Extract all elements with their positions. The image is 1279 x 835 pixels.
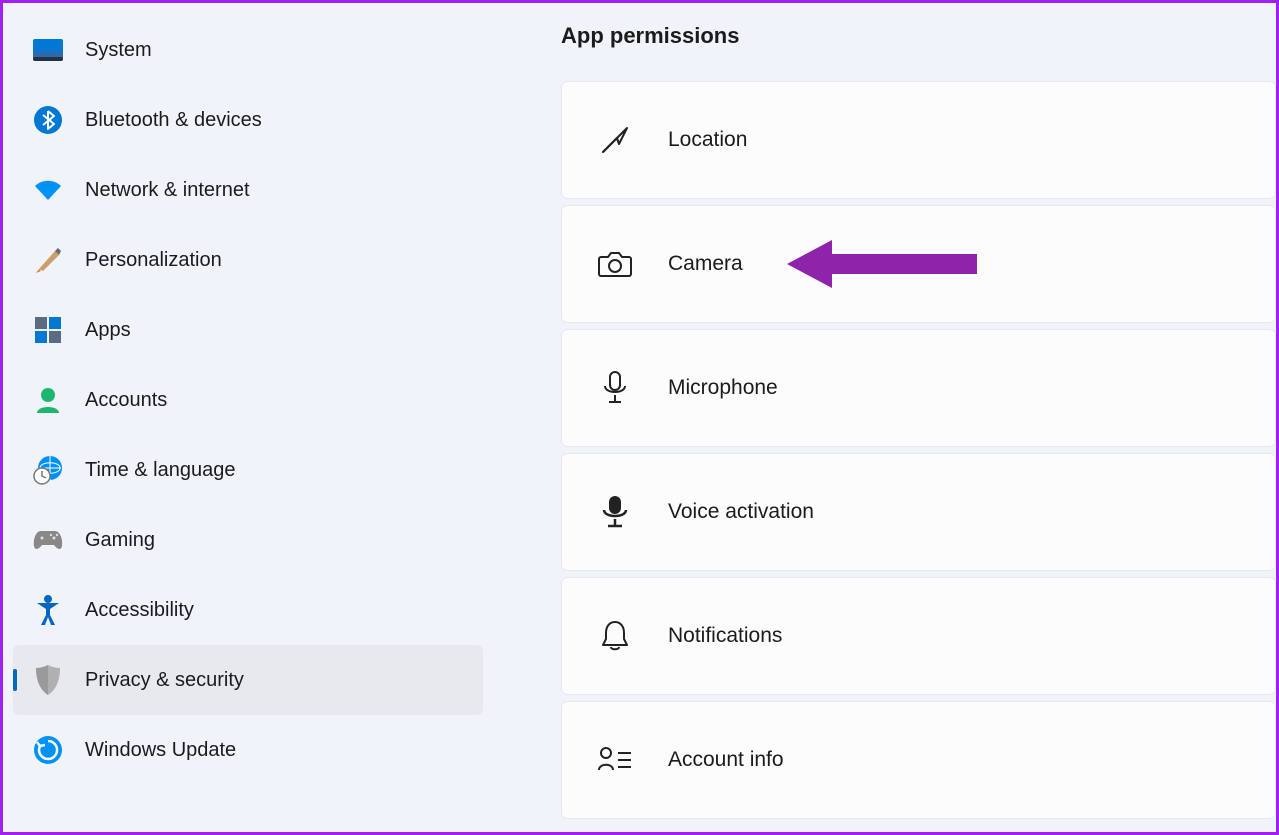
sidebar-item-personalization[interactable]: Personalization — [13, 225, 483, 295]
sidebar-item-bluetooth[interactable]: Bluetooth & devices — [13, 85, 483, 155]
permission-label: Microphone — [668, 376, 778, 400]
sidebar-item-apps[interactable]: Apps — [13, 295, 483, 365]
sidebar-label: Time & language — [85, 459, 235, 482]
system-icon — [33, 35, 63, 65]
main-content: App permissions Location Camera — [493, 3, 1276, 832]
microphone-icon — [598, 371, 632, 405]
sidebar-item-time-language[interactable]: Time & language — [13, 435, 483, 505]
account-info-icon — [598, 743, 632, 777]
update-icon — [33, 735, 63, 765]
camera-icon — [598, 247, 632, 281]
permission-card-microphone[interactable]: Microphone — [561, 329, 1276, 447]
accounts-icon — [33, 385, 63, 415]
shield-icon — [33, 665, 63, 695]
bell-icon — [598, 619, 632, 653]
sidebar-label: Bluetooth & devices — [85, 109, 262, 132]
sidebar-label: Gaming — [85, 529, 155, 552]
permission-card-location[interactable]: Location — [561, 81, 1276, 199]
permission-label: Voice activation — [668, 500, 814, 524]
sidebar-label: Personalization — [85, 249, 222, 272]
permission-card-account-info[interactable]: Account info — [561, 701, 1276, 819]
sidebar-label: Accounts — [85, 389, 167, 412]
sidebar-item-privacy-security[interactable]: Privacy & security — [13, 645, 483, 715]
permission-card-list: Location Camera Microphone — [561, 81, 1276, 819]
annotation-arrow-icon — [782, 234, 982, 294]
accessibility-icon — [33, 595, 63, 625]
permission-label: Location — [668, 128, 747, 152]
sidebar-label: Privacy & security — [85, 669, 244, 692]
sidebar-item-windows-update[interactable]: Windows Update — [13, 715, 483, 785]
sidebar-label: Apps — [85, 319, 131, 342]
permission-label: Camera — [668, 252, 743, 276]
permission-card-camera[interactable]: Camera — [561, 205, 1276, 323]
sidebar-label: System — [85, 39, 152, 62]
section-title: App permissions — [561, 23, 1276, 49]
sidebar-item-accounts[interactable]: Accounts — [13, 365, 483, 435]
permission-card-voice-activation[interactable]: Voice activation — [561, 453, 1276, 571]
bluetooth-icon — [33, 105, 63, 135]
sidebar-item-accessibility[interactable]: Accessibility — [13, 575, 483, 645]
paintbrush-icon — [33, 245, 63, 275]
wifi-icon — [33, 175, 63, 205]
location-icon — [598, 123, 632, 157]
settings-sidebar: System Bluetooth & devices Network & int… — [3, 3, 493, 832]
sidebar-item-system[interactable]: System — [13, 15, 483, 85]
permission-label: Account info — [668, 748, 784, 772]
sidebar-label: Windows Update — [85, 739, 236, 762]
sidebar-item-network[interactable]: Network & internet — [13, 155, 483, 225]
sidebar-label: Network & internet — [85, 179, 250, 202]
gaming-icon — [33, 525, 63, 555]
sidebar-label: Accessibility — [85, 599, 194, 622]
permission-card-notifications[interactable]: Notifications — [561, 577, 1276, 695]
apps-icon — [33, 315, 63, 345]
sidebar-item-gaming[interactable]: Gaming — [13, 505, 483, 575]
permission-label: Notifications — [668, 624, 782, 648]
voice-activation-icon — [598, 495, 632, 529]
time-language-icon — [33, 455, 63, 485]
